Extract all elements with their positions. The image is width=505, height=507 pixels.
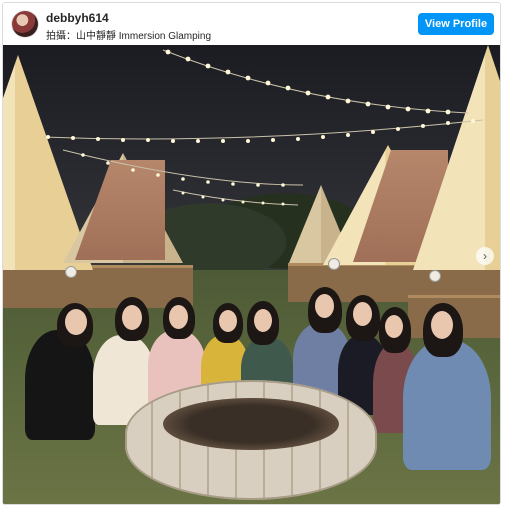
person-face [169, 305, 188, 329]
person-face [385, 315, 403, 338]
person [25, 330, 95, 440]
post-location: 拍攝：山中靜靜 Immersion Glamping [46, 31, 212, 42]
fire-pit-center [163, 398, 339, 450]
profile-avatar[interactable] [12, 11, 38, 37]
chevron-right-icon[interactable]: › [476, 247, 494, 265]
person-face [353, 302, 372, 326]
person-face [254, 309, 272, 332]
person-face [65, 309, 87, 335]
person-face [431, 311, 453, 339]
person-face [122, 305, 142, 330]
person-face [219, 310, 237, 332]
username-link[interactable]: debbyh614 [46, 11, 109, 25]
instagram-post-card: debbyh614 拍攝：山中靜靜 Immersion Glamping Vie… [2, 2, 501, 505]
brick-fire-pit [125, 380, 377, 500]
person [403, 340, 491, 470]
post-photo[interactable]: › [3, 45, 500, 504]
person-face [315, 294, 334, 318]
view-profile-button[interactable]: View Profile [418, 13, 494, 35]
post-header: debbyh614 拍攝：山中靜靜 Immersion Glamping Vie… [3, 3, 500, 45]
string-lights [42, 49, 484, 206]
